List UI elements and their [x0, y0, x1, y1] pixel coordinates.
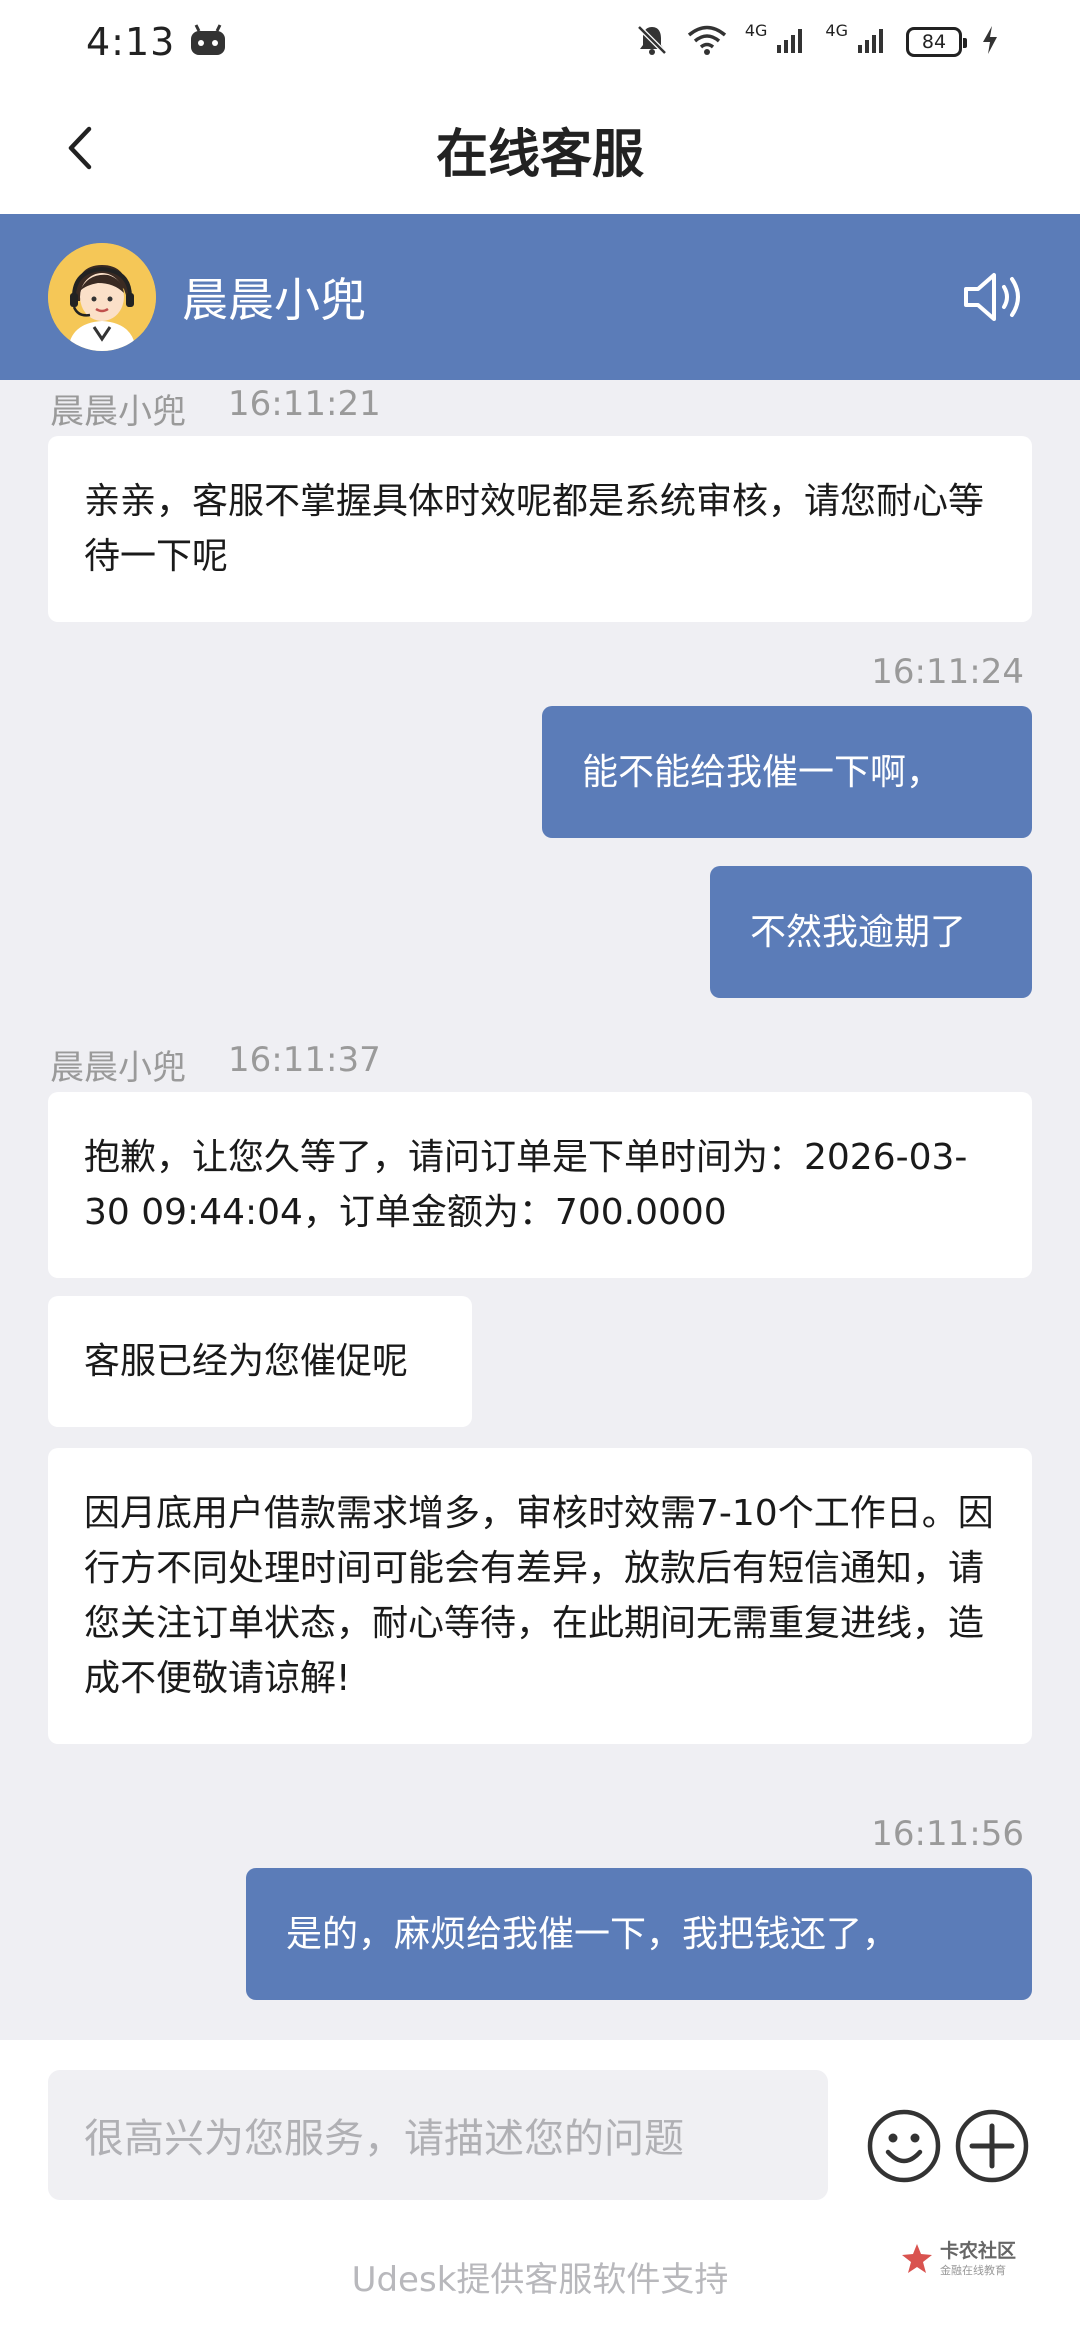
agent-message-bubble: 客服已经为您催促呢 — [48, 1296, 472, 1427]
message-meta: 晨晨小兜 16:11:37 — [50, 1040, 381, 1089]
more-button[interactable] — [954, 2108, 1030, 2184]
message-meta: 16:11:56 — [871, 1814, 1024, 1854]
message-input[interactable]: 很高兴为您服务，请描述您的问题 — [48, 2070, 828, 2200]
message-time: 16:11:21 — [228, 384, 381, 424]
watermark-subtitle: 金融在线教育 — [940, 2264, 1006, 2277]
wifi-icon — [687, 24, 727, 60]
network-type-2: 4G — [825, 20, 848, 40]
message-time: 16:11:24 — [871, 652, 1024, 692]
watermark-logo-icon — [902, 2244, 932, 2273]
emoji-icon — [867, 2109, 941, 2183]
network-type-1: 4G — [744, 20, 768, 40]
sender-name: 晨晨小兜 — [50, 392, 186, 432]
agent-avatar — [48, 243, 156, 351]
agent-header: 晨晨小兜 — [0, 214, 1080, 380]
nav-bar: 在线客服 — [0, 84, 1080, 214]
agent-message-bubble: 因月底用户借款需求增多，审核时效需7-10个工作日。因行方不同处理时间可能会有差… — [48, 1448, 1032, 1744]
user-message-bubble: 能不能给我催一下啊， — [542, 706, 1032, 838]
back-arrow-icon — [68, 126, 92, 170]
mute-bell-icon — [635, 23, 669, 61]
status-time: 4:13 — [86, 20, 176, 64]
page-title: 在线客服 — [435, 124, 644, 185]
chat-area[interactable]: 晨晨小兜 16:11:21 亲亲，客服不掌握具体时效呢都是系统审核，请您耐心等待… — [0, 380, 1080, 2040]
speaker-icon — [964, 273, 1020, 321]
message-meta: 晨晨小兜 16:11:21 — [50, 384, 381, 433]
emoji-button[interactable] — [866, 2108, 942, 2184]
watermark: 卡农社区 金融在线教育 — [900, 2242, 1016, 2276]
plus-icon — [955, 2109, 1029, 2183]
signal-icon-2 — [856, 25, 888, 59]
charging-icon — [980, 24, 1000, 60]
user-message-bubble: 是的，麻烦给我催一下，我把钱还了， — [246, 1868, 1032, 2000]
speaker-button[interactable] — [958, 262, 1032, 332]
battery-indicator: 84 — [906, 27, 967, 57]
sender-name: 晨晨小兜 — [50, 1048, 186, 1088]
back-button[interactable] — [50, 118, 110, 178]
watermark-title: 卡农社区 — [940, 2240, 1017, 2262]
status-bar: 4:13 4G 4G 84 — [0, 0, 1080, 84]
message-meta: 16:11:24 — [871, 652, 1024, 692]
composer: 很高兴为您服务，请描述您的问题 Udesk提供客服软件支持 卡农社区 金融在线教… — [0, 2040, 1080, 2340]
agent-name: 晨晨小兜 — [182, 273, 366, 327]
user-message-bubble: 不然我逾期了 — [710, 866, 1032, 998]
app-notification-icon — [189, 23, 227, 61]
message-time: 16:11:56 — [871, 1814, 1024, 1854]
signal-icon — [775, 25, 807, 59]
agent-message-bubble: 抱歉，让您久等了，请问订单是下单时间为：2026-03-30 09:44:04，… — [48, 1092, 1032, 1278]
agent-message-bubble: 亲亲，客服不掌握具体时效呢都是系统审核，请您耐心等待一下呢 — [48, 436, 1032, 622]
message-time: 16:11:37 — [228, 1040, 381, 1080]
